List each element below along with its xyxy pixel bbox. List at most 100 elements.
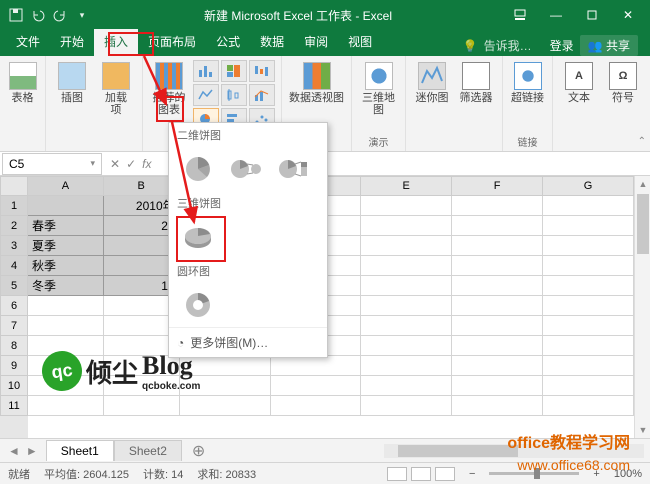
cell[interactable]: [543, 376, 634, 396]
scrollbar-thumb[interactable]: [637, 194, 649, 254]
share-button[interactable]: 👥 共享: [580, 35, 638, 56]
tab-home[interactable]: 开始: [50, 29, 94, 56]
tab-file[interactable]: 文件: [6, 29, 50, 56]
cell[interactable]: [361, 356, 452, 376]
chevron-down-icon[interactable]: ▾: [90, 158, 95, 169]
qat-customize-icon[interactable]: ▾: [74, 7, 90, 23]
cell[interactable]: [361, 296, 452, 316]
hierarchy-chart-button[interactable]: [221, 60, 247, 82]
col-header-E[interactable]: E: [361, 176, 452, 196]
recommended-charts-button[interactable]: 推荐的 图表: [149, 60, 189, 118]
cell[interactable]: [452, 296, 543, 316]
row-header-2[interactable]: 2: [0, 216, 28, 236]
tab-insert[interactable]: 插入: [94, 29, 138, 56]
more-pie-charts-option[interactable]: ◔更多饼图(M)…: [169, 327, 327, 357]
cell[interactable]: [543, 276, 634, 296]
row-header-1[interactable]: 1: [0, 196, 28, 216]
doughnut-option[interactable]: [177, 287, 219, 323]
cell[interactable]: [361, 276, 452, 296]
cell-A4[interactable]: 秋季: [28, 256, 104, 276]
minimize-button[interactable]: —: [540, 5, 572, 25]
scrollbar-thumb[interactable]: [398, 445, 518, 457]
redo-icon[interactable]: [52, 7, 68, 23]
cell[interactable]: [361, 216, 452, 236]
cell[interactable]: [28, 296, 104, 316]
text-button[interactable]: A文本: [559, 60, 599, 106]
cell-A3[interactable]: 夏季: [28, 236, 104, 256]
cell[interactable]: [361, 376, 452, 396]
cell-A5[interactable]: 冬季: [28, 276, 104, 296]
column-chart-button[interactable]: [193, 60, 219, 82]
cell[interactable]: [452, 336, 543, 356]
3dmap-button[interactable]: 三维地 图: [359, 60, 399, 118]
col-header-F[interactable]: F: [452, 176, 543, 196]
save-icon[interactable]: [8, 7, 24, 23]
row-header-10[interactable]: 10: [0, 376, 28, 396]
cell[interactable]: [452, 256, 543, 276]
cell[interactable]: [361, 316, 452, 336]
cell[interactable]: [28, 316, 104, 336]
cell[interactable]: [271, 396, 362, 416]
cell[interactable]: [361, 336, 452, 356]
addins-button[interactable]: 加载 项: [96, 60, 136, 118]
tab-layout[interactable]: 页面布局: [138, 29, 206, 56]
row-header-6[interactable]: 6: [0, 296, 28, 316]
cell[interactable]: [361, 396, 452, 416]
line-chart-button[interactable]: [193, 84, 219, 106]
normal-view-button[interactable]: [387, 467, 407, 481]
select-all-corner[interactable]: [0, 176, 28, 196]
cell[interactable]: [543, 236, 634, 256]
cancel-formula-icon[interactable]: ✕: [110, 157, 120, 171]
cell-A1[interactable]: [28, 196, 104, 216]
pivotchart-button[interactable]: 数据透视图: [287, 60, 347, 106]
row-header-3[interactable]: 3: [0, 236, 28, 256]
symbols-button[interactable]: Ω符号: [603, 60, 643, 106]
close-button[interactable]: ✕: [612, 5, 644, 25]
sheet-nav-prev-icon[interactable]: ◄: [8, 444, 20, 458]
waterfall-chart-button[interactable]: [249, 60, 275, 82]
name-box[interactable]: C5▾: [2, 153, 102, 175]
pie-of-pie-option[interactable]: [225, 151, 267, 187]
cell[interactable]: [452, 356, 543, 376]
tell-me-input[interactable]: 告诉我…: [484, 37, 532, 54]
pie-3d-option[interactable]: [177, 219, 219, 255]
cell-A2[interactable]: 春季: [28, 216, 104, 236]
statistic-chart-button[interactable]: [221, 84, 247, 106]
tab-data[interactable]: 数据: [250, 29, 294, 56]
tab-view[interactable]: 视图: [338, 29, 382, 56]
sheet-tab-2[interactable]: Sheet2: [114, 440, 182, 461]
filters-button[interactable]: 筛选器: [456, 60, 496, 106]
cell[interactable]: [543, 216, 634, 236]
maximize-button[interactable]: [576, 5, 608, 25]
cell[interactable]: [180, 396, 271, 416]
fx-icon[interactable]: fx: [142, 157, 151, 171]
ribbon-options-icon[interactable]: [504, 5, 536, 25]
cell[interactable]: [361, 196, 452, 216]
col-header-A[interactable]: A: [28, 176, 104, 196]
row-header-11[interactable]: 11: [0, 396, 28, 416]
tab-formulas[interactable]: 公式: [206, 29, 250, 56]
sheet-nav-next-icon[interactable]: ►: [26, 444, 38, 458]
page-layout-view-button[interactable]: [411, 467, 431, 481]
login-link[interactable]: 登录: [550, 37, 574, 54]
illustrations-button[interactable]: 插图: [52, 60, 92, 106]
cell[interactable]: [543, 296, 634, 316]
combo-chart-button[interactable]: [249, 84, 275, 106]
enter-formula-icon[interactable]: ✓: [126, 157, 136, 171]
add-sheet-button[interactable]: ⊕: [182, 441, 215, 461]
cell[interactable]: [452, 196, 543, 216]
row-header-5[interactable]: 5: [0, 276, 28, 296]
cell[interactable]: [452, 376, 543, 396]
cell[interactable]: [543, 396, 634, 416]
tables-button[interactable]: 表格: [3, 60, 43, 106]
zoom-out-button[interactable]: −: [469, 468, 475, 480]
undo-icon[interactable]: [30, 7, 46, 23]
row-header-8[interactable]: 8: [0, 336, 28, 356]
cell[interactable]: [104, 396, 180, 416]
bar-of-pie-option[interactable]: [273, 151, 315, 187]
sparklines-button[interactable]: 迷你图: [412, 60, 452, 106]
cell[interactable]: [452, 316, 543, 336]
cell[interactable]: [271, 376, 362, 396]
collapse-ribbon-icon[interactable]: ⌃: [638, 136, 646, 147]
cell[interactable]: [452, 276, 543, 296]
